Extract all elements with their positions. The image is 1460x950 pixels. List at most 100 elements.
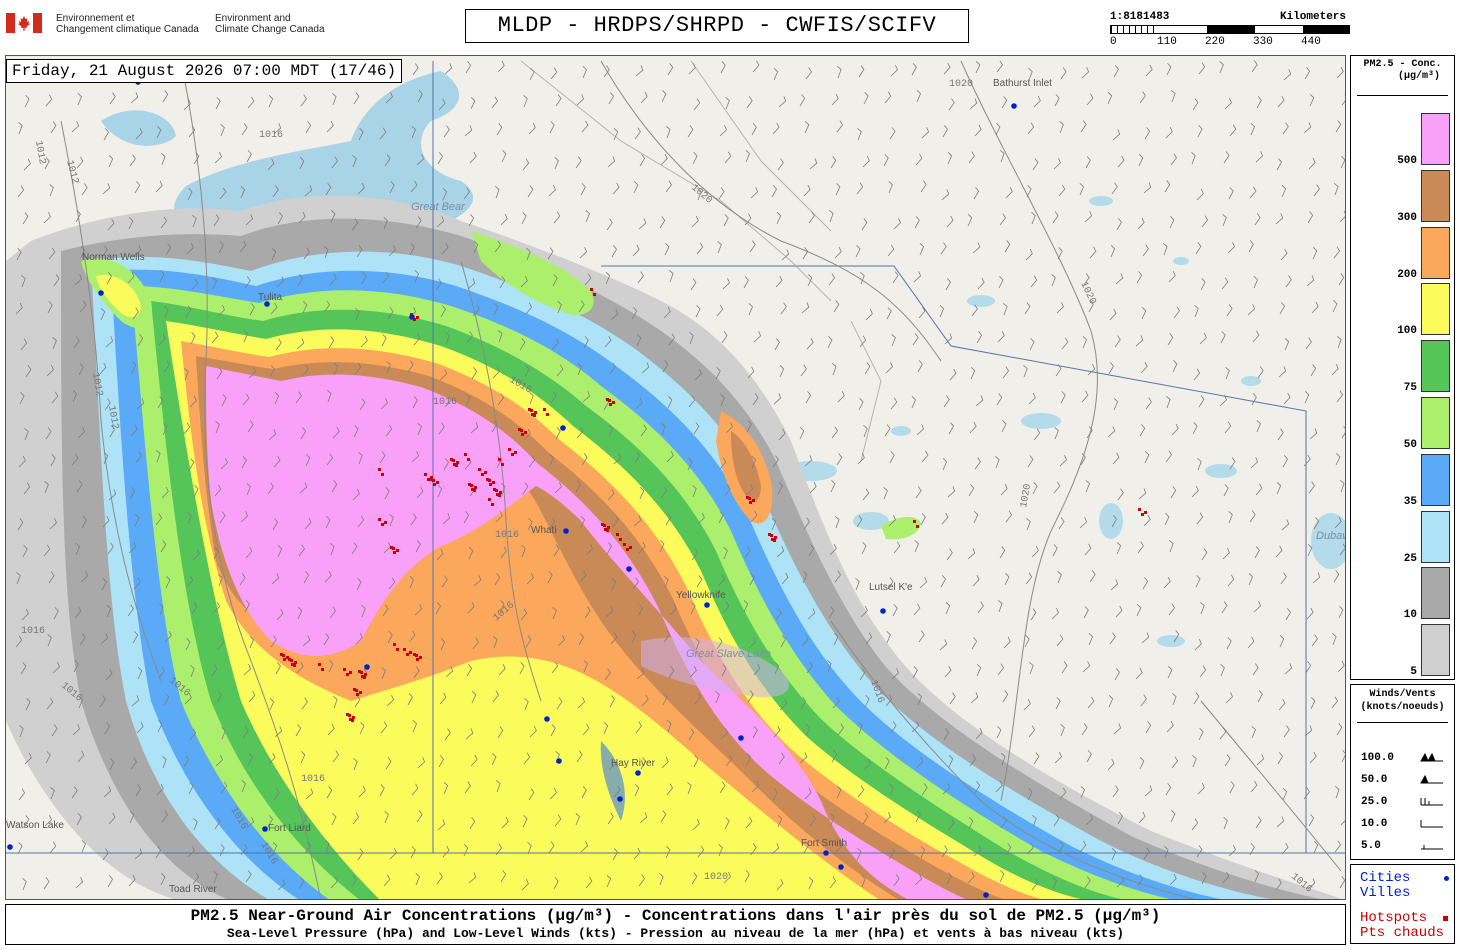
hotspot-marker	[290, 659, 293, 662]
legend-swatch	[1421, 226, 1450, 279]
city-marker	[262, 826, 268, 832]
legend-swatch	[1421, 624, 1450, 677]
hotspot-marker	[593, 293, 596, 296]
place-label: Toad River	[169, 884, 217, 895]
hotspot-marker	[452, 459, 455, 462]
hotspot-marker	[433, 483, 436, 486]
place-label: Bathurst Inlet	[993, 78, 1052, 89]
city-marker	[626, 566, 632, 572]
city-marker	[880, 608, 886, 614]
scale-tick: 330	[1253, 36, 1273, 48]
hotspot-square-icon	[1443, 916, 1448, 921]
hotspot-marker	[916, 525, 919, 528]
hotspot-marker	[488, 498, 491, 501]
hotspot-marker	[419, 656, 422, 659]
hotspot-marker	[608, 399, 611, 402]
legend-level-label: 10	[1403, 609, 1417, 622]
caption-line-2: Sea-Level Pressure (hPa) and Low-Level W…	[226, 926, 1125, 941]
wind-speed-label: 10.0	[1361, 818, 1388, 830]
hotspot-marker	[616, 533, 619, 536]
city-marker	[364, 664, 370, 670]
hotspot-marker	[607, 526, 610, 529]
isobar-label: 1020	[704, 872, 728, 883]
hotspot-marker	[543, 408, 546, 411]
hotspot-marker	[606, 529, 609, 532]
isobar-label: 1020	[949, 79, 973, 90]
hotspot-marker	[351, 719, 354, 722]
hotspot-marker	[384, 521, 387, 524]
legend-swatch	[1421, 113, 1450, 165]
wind-legend: Winds/Vents (knots/noeuds) 100.0 50.0 25…	[1350, 684, 1455, 860]
hotspot-marker	[478, 468, 481, 471]
city-marker	[7, 844, 13, 850]
hotspot-marker	[364, 673, 367, 676]
hotspot-marker	[511, 453, 514, 456]
agency-name-en: Environment and Climate Change Canada	[215, 13, 325, 35]
hotspot-marker	[415, 654, 418, 657]
place-label: Yellowknife	[676, 590, 726, 601]
legend-level-label: 50	[1403, 439, 1417, 451]
hotspot-marker	[1144, 511, 1147, 514]
place-label: Fort Smith	[801, 838, 848, 849]
cities-label: Cities	[1360, 870, 1411, 886]
scale-tick: 110	[1157, 36, 1177, 48]
hotspot-marker	[378, 518, 381, 521]
city-marker	[738, 735, 744, 741]
hotspot-marker	[282, 654, 285, 657]
hotspot-marker	[424, 473, 427, 476]
place-label: Whatì	[531, 525, 558, 536]
model-title: MLDP - HRDPS/SHRPD - CWFIS/SCIFV	[465, 9, 969, 43]
hotspot-marker	[456, 461, 459, 464]
legend-level-label: 35	[1403, 495, 1417, 508]
caption-line-1: PM2.5 Near-Ground Air Concentrations (µg…	[190, 907, 1161, 925]
city-marker	[1011, 103, 1017, 109]
hotspot-marker	[484, 471, 487, 474]
city-marker	[617, 796, 623, 802]
legend-level-label: 200	[1397, 268, 1417, 281]
city-marker	[544, 716, 550, 722]
scale-unit: Kilometers	[1280, 11, 1347, 23]
place-label: Lutsel K'e	[869, 582, 913, 593]
wind-barb-icon	[1420, 752, 1443, 850]
hotspot-marker	[590, 288, 593, 291]
hotspot-marker	[473, 489, 476, 492]
hotspot-marker	[534, 411, 537, 414]
hotspot-marker	[293, 664, 296, 667]
hotspot-marker	[623, 543, 626, 546]
isobar-label: 1016	[433, 397, 457, 408]
city-marker	[560, 425, 566, 431]
legend-swatch	[1421, 397, 1450, 449]
legend-level-label: 75	[1403, 382, 1417, 395]
hotspot-marker	[359, 691, 362, 694]
place-label: Hay River	[611, 758, 655, 769]
city-dot-icon	[1444, 876, 1449, 881]
hotspot-marker	[360, 671, 363, 674]
hotspot-marker	[913, 520, 916, 523]
dispersion-map[interactable]: 1016 1012 1012 1012 1012 1016 1020 1020 …	[5, 55, 1346, 900]
hotspot-marker	[629, 546, 632, 549]
hotspot-marker	[436, 481, 439, 484]
scale-ratio: 1:8181483	[1110, 11, 1170, 23]
map-caption: PM2.5 Near-Ground Air Concentrations (µg…	[5, 904, 1346, 945]
villes-label: Villes	[1360, 885, 1411, 901]
wind-speed-label: 100.0	[1361, 752, 1395, 764]
legend-level-label: 500	[1397, 155, 1417, 167]
map-canvas: 1016 1012 1012 1012 1012 1016 1020 1020 …	[6, 56, 1345, 899]
city-marker	[983, 892, 989, 898]
hotspot-marker	[455, 464, 458, 467]
wind-speed-label: 50.0	[1361, 774, 1388, 786]
pts-chauds-label: Pts chauds	[1360, 925, 1445, 941]
hotspot-marker	[352, 716, 355, 719]
hotspot-marker	[501, 463, 504, 466]
hotspot-marker	[491, 503, 494, 506]
hotspot-marker	[403, 648, 406, 651]
hotspot-marker	[381, 473, 384, 476]
hotspot-marker	[393, 643, 396, 646]
hotspot-marker	[488, 479, 491, 482]
hotspot-marker	[348, 714, 351, 717]
isobar-label: 1016	[301, 774, 325, 785]
hotspot-marker	[416, 658, 419, 661]
hotspot-marker	[492, 481, 495, 484]
hotspot-marker	[498, 458, 501, 461]
hotspot-marker	[533, 414, 536, 417]
